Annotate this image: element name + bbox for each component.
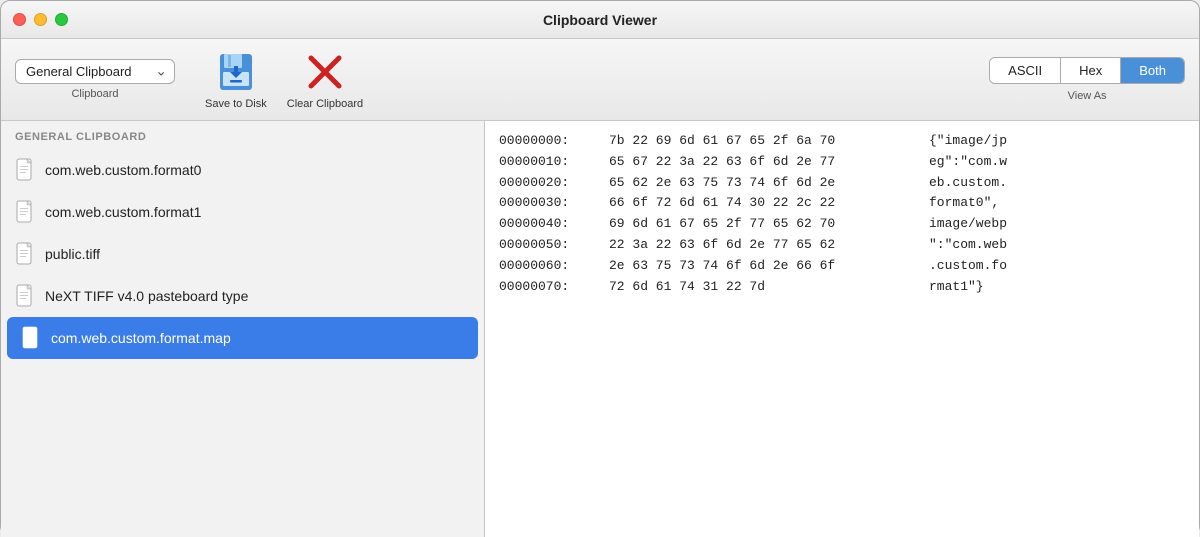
view-as-label: View As bbox=[1068, 90, 1107, 102]
hex-ascii: ":"com.web bbox=[929, 235, 1007, 256]
hex-bytes: 66 6f 72 6d 61 74 30 22 2c 22 bbox=[609, 193, 929, 214]
hex-address: 00000070: bbox=[499, 277, 609, 298]
hex-row: 00000000: 7b 22 69 6d 61 67 65 2f 6a 70 … bbox=[499, 131, 1185, 152]
content-panel: 00000000: 7b 22 69 6d 61 67 65 2f 6a 70 … bbox=[485, 121, 1199, 537]
hex-ascii: eb.custom. bbox=[929, 173, 1007, 194]
hex-address: 00000040: bbox=[499, 214, 609, 235]
hex-bytes: 69 6d 61 67 65 2f 77 65 62 70 bbox=[609, 214, 929, 235]
hex-ascii: rmat1"} bbox=[929, 277, 984, 298]
sidebar-item-4[interactable]: com.web.custom.format.map bbox=[7, 317, 478, 359]
traffic-lights bbox=[13, 13, 68, 26]
hex-ascii: eg":"com.w bbox=[929, 152, 1007, 173]
hex-view: 00000000: 7b 22 69 6d 61 67 65 2f 6a 70 … bbox=[499, 131, 1185, 297]
file-icon-2 bbox=[15, 242, 35, 266]
hex-ascii: {"image/jp bbox=[929, 131, 1007, 152]
sidebar-item-label-0: com.web.custom.format0 bbox=[45, 162, 201, 178]
hex-bytes: 22 3a 22 63 6f 6d 2e 77 65 62 bbox=[609, 235, 929, 256]
clipboard-select[interactable]: General Clipboard bbox=[15, 59, 175, 84]
clear-clipboard-icon bbox=[303, 50, 347, 94]
clipboard-select-wrapper[interactable]: General Clipboard bbox=[15, 59, 175, 84]
view-as-section: ASCII Hex Both View As bbox=[989, 57, 1185, 102]
minimize-button[interactable] bbox=[34, 13, 47, 26]
view-as-buttons: ASCII Hex Both bbox=[989, 57, 1185, 84]
sidebar: GENERAL CLIPBOARD com.web.custom.format0… bbox=[1, 121, 485, 537]
save-to-disk-label: Save to Disk bbox=[205, 98, 267, 110]
clipboard-label: Clipboard bbox=[71, 88, 118, 100]
hex-ascii: .custom.fo bbox=[929, 256, 1007, 277]
maximize-button[interactable] bbox=[55, 13, 68, 26]
file-icon-1 bbox=[15, 200, 35, 224]
hex-row: 00000070: 72 6d 61 74 31 22 7d rmat1"} bbox=[499, 277, 1185, 298]
file-icon-4 bbox=[21, 326, 41, 350]
hex-row: 00000030: 66 6f 72 6d 61 74 30 22 2c 22 … bbox=[499, 193, 1185, 214]
sidebar-item-label-1: com.web.custom.format1 bbox=[45, 204, 201, 220]
hex-ascii: image/webp bbox=[929, 214, 1007, 235]
toolbar-actions: Save to Disk Clear Clipboard bbox=[205, 50, 363, 110]
hex-row: 00000010: 65 67 22 3a 22 63 6f 6d 2e 77 … bbox=[499, 152, 1185, 173]
save-to-disk-button[interactable]: Save to Disk bbox=[205, 50, 267, 110]
file-icon-3 bbox=[15, 284, 35, 308]
hex-address: 00000060: bbox=[499, 256, 609, 277]
hex-address: 00000030: bbox=[499, 193, 609, 214]
sidebar-item-2[interactable]: public.tiff bbox=[1, 233, 484, 275]
hex-address: 00000000: bbox=[499, 131, 609, 152]
hex-ascii: format0", bbox=[929, 193, 999, 214]
toolbar: General Clipboard Clipboard Sa bbox=[1, 39, 1199, 121]
hex-bytes: 72 6d 61 74 31 22 7d bbox=[609, 277, 929, 298]
sidebar-item-0[interactable]: com.web.custom.format0 bbox=[1, 149, 484, 191]
view-as-ascii-button[interactable]: ASCII bbox=[990, 58, 1061, 83]
hex-bytes: 7b 22 69 6d 61 67 65 2f 6a 70 bbox=[609, 131, 929, 152]
hex-bytes: 2e 63 75 73 74 6f 6d 2e 66 6f bbox=[609, 256, 929, 277]
hex-row: 00000020: 65 62 2e 63 75 73 74 6f 6d 2e … bbox=[499, 173, 1185, 194]
hex-bytes: 65 62 2e 63 75 73 74 6f 6d 2e bbox=[609, 173, 929, 194]
clear-clipboard-label: Clear Clipboard bbox=[287, 98, 363, 110]
sidebar-item-3[interactable]: NeXT TIFF v4.0 pasteboard type bbox=[1, 275, 484, 317]
close-button[interactable] bbox=[13, 13, 26, 26]
view-as-hex-button[interactable]: Hex bbox=[1061, 58, 1121, 83]
titlebar: Clipboard Viewer bbox=[1, 1, 1199, 39]
hex-bytes: 65 67 22 3a 22 63 6f 6d 2e 77 bbox=[609, 152, 929, 173]
save-disk-icon bbox=[214, 50, 258, 94]
sidebar-item-label-4: com.web.custom.format.map bbox=[51, 330, 231, 346]
sidebar-item-label-3: NeXT TIFF v4.0 pasteboard type bbox=[45, 288, 248, 304]
sidebar-item-label-2: public.tiff bbox=[45, 246, 100, 262]
sidebar-item-1[interactable]: com.web.custom.format1 bbox=[1, 191, 484, 233]
sidebar-header: GENERAL CLIPBOARD bbox=[1, 121, 484, 149]
clipboard-section: General Clipboard Clipboard bbox=[15, 59, 175, 100]
hex-row: 00000040: 69 6d 61 67 65 2f 77 65 62 70 … bbox=[499, 214, 1185, 235]
window-title: Clipboard Viewer bbox=[543, 12, 657, 28]
hex-address: 00000020: bbox=[499, 173, 609, 194]
hex-row: 00000060: 2e 63 75 73 74 6f 6d 2e 66 6f … bbox=[499, 256, 1185, 277]
hex-row: 00000050: 22 3a 22 63 6f 6d 2e 77 65 62 … bbox=[499, 235, 1185, 256]
clear-clipboard-button[interactable]: Clear Clipboard bbox=[287, 50, 363, 110]
view-as-both-button[interactable]: Both bbox=[1121, 58, 1184, 83]
hex-address: 00000010: bbox=[499, 152, 609, 173]
file-icon-0 bbox=[15, 158, 35, 182]
hex-address: 00000050: bbox=[499, 235, 609, 256]
main-content: GENERAL CLIPBOARD com.web.custom.format0… bbox=[1, 121, 1199, 537]
